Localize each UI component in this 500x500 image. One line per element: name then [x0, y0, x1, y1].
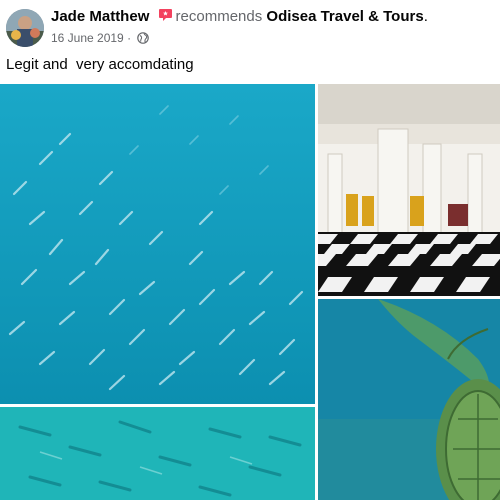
- author-avatar[interactable]: [6, 9, 44, 47]
- author-line: Jade Matthew recommends Odisea Travel & …: [51, 8, 428, 25]
- page-name-suffix: .: [423, 8, 428, 25]
- recommends-label: recommends: [175, 8, 263, 25]
- page-name[interactable]: Odisea Travel & Tours: [266, 8, 423, 25]
- author-name[interactable]: Jade Matthew: [51, 8, 149, 25]
- photo-sea-turtle[interactable]: [318, 299, 500, 500]
- post-text: Legit and very accomdating: [6, 56, 194, 73]
- globe-icon[interactable]: [137, 32, 150, 44]
- photo-fish-closeup[interactable]: [0, 407, 315, 500]
- post-meta: 16 June 2019 ·: [51, 31, 150, 45]
- post-header: Jade Matthew recommends Odisea Travel & …: [0, 0, 500, 52]
- photo-fish-school[interactable]: [0, 84, 315, 404]
- photo-building-interior[interactable]: [318, 84, 500, 296]
- recommend-badge-icon: [158, 8, 173, 22]
- post-date[interactable]: 16 June 2019: [51, 31, 124, 45]
- meta-separator: ·: [123, 31, 135, 45]
